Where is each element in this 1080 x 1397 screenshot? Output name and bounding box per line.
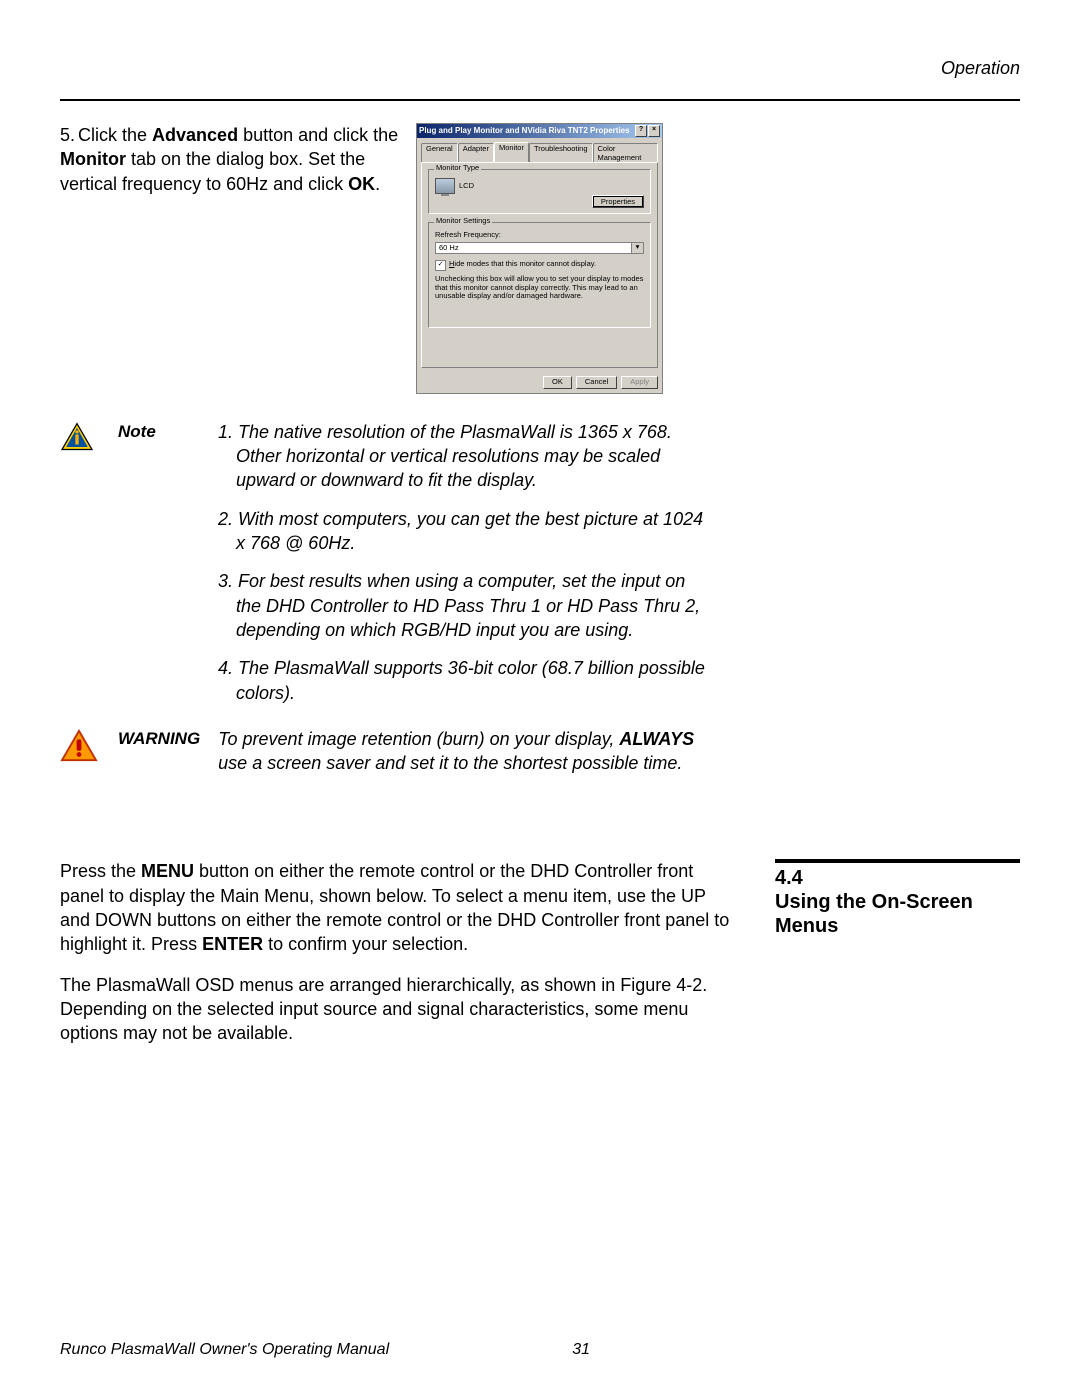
- monitor-settings-group: Monitor Settings RRefresh Frequency:efre…: [428, 222, 651, 328]
- section-title: Using the On-Screen Menus: [775, 890, 1020, 938]
- note-item: 4. The PlasmaWall supports 36-bit color …: [218, 656, 713, 705]
- dialog-titlebar: Plug and Play Monitor and NVidia Riva TN…: [417, 124, 662, 138]
- body-p2: The PlasmaWall OSD menus are arranged hi…: [60, 973, 735, 1046]
- monitor-icon: [435, 178, 455, 194]
- running-header: Operation: [60, 58, 1020, 79]
- footer-title: Runco PlasmaWall Owner's Operating Manua…: [60, 1341, 572, 1359]
- step-text: 5.Click the Advanced button and click th…: [60, 123, 400, 394]
- refresh-label: RRefresh Frequency:efresh Frequency:: [435, 231, 644, 240]
- body-paragraphs: Press the MENU button on either the remo…: [60, 859, 735, 1061]
- properties-dialog: Plug and Play Monitor and NVidia Riva TN…: [416, 123, 663, 394]
- ok-button[interactable]: OK: [543, 376, 572, 389]
- dialog-title: Plug and Play Monitor and NVidia Riva TN…: [419, 126, 634, 135]
- section-rule: [775, 859, 1020, 863]
- refresh-select[interactable]: 60 Hz ▾: [435, 242, 644, 255]
- close-button[interactable]: ×: [648, 125, 660, 137]
- note-item: 2. With most computers, you can get the …: [218, 507, 713, 556]
- warning-label: WARNING: [118, 727, 200, 790]
- hide-modes-label: Hide modes that this monitor cannot disp…: [449, 260, 596, 269]
- monitor-type-group: Monitor Type LCD Properties: [428, 169, 651, 214]
- note-item: 1. The native resolution of the PlasmaWa…: [218, 420, 713, 493]
- tab-troubleshooting[interactable]: Troubleshooting: [529, 143, 593, 163]
- tab-adapter[interactable]: Adapter: [458, 143, 494, 163]
- footer-page-number: 31: [572, 1341, 590, 1359]
- note-label: Note: [118, 420, 200, 719]
- tab-monitor[interactable]: Monitor: [494, 142, 529, 162]
- group-title-monitor-type: Monitor Type: [434, 164, 481, 173]
- hide-modes-desc: Unchecking this box will allow you to se…: [435, 275, 644, 301]
- section-number: 4.4: [775, 867, 1020, 890]
- hide-modes-checkbox[interactable]: ✓: [435, 260, 446, 271]
- tab-strip: General Adapter Monitor Troubleshooting …: [417, 138, 662, 162]
- note-icon: [60, 420, 100, 719]
- header-divider: [60, 99, 1020, 101]
- properties-button[interactable]: Properties: [592, 195, 644, 208]
- warning-icon: [60, 727, 100, 790]
- note-body: 1. The native resolution of the PlasmaWa…: [218, 420, 713, 719]
- help-button[interactable]: ?: [635, 125, 647, 137]
- note-item: 3. For best results when using a compute…: [218, 569, 713, 642]
- apply-button[interactable]: Apply: [621, 376, 658, 389]
- monitor-type-value: LCD: [459, 182, 474, 191]
- cancel-button[interactable]: Cancel: [576, 376, 617, 389]
- tab-general[interactable]: General: [421, 143, 458, 163]
- group-title-monitor-settings: Monitor Settings: [434, 217, 492, 226]
- warning-body: To prevent image retention (burn) on you…: [218, 727, 713, 790]
- tab-body: Monitor Type LCD Properties Monitor Sett…: [421, 162, 658, 368]
- chevron-down-icon[interactable]: ▾: [631, 243, 643, 254]
- refresh-value: 60 Hz: [436, 243, 631, 254]
- body-p1: Press the MENU button on either the remo…: [60, 859, 735, 956]
- tab-colormgmt[interactable]: Color Management: [593, 143, 659, 163]
